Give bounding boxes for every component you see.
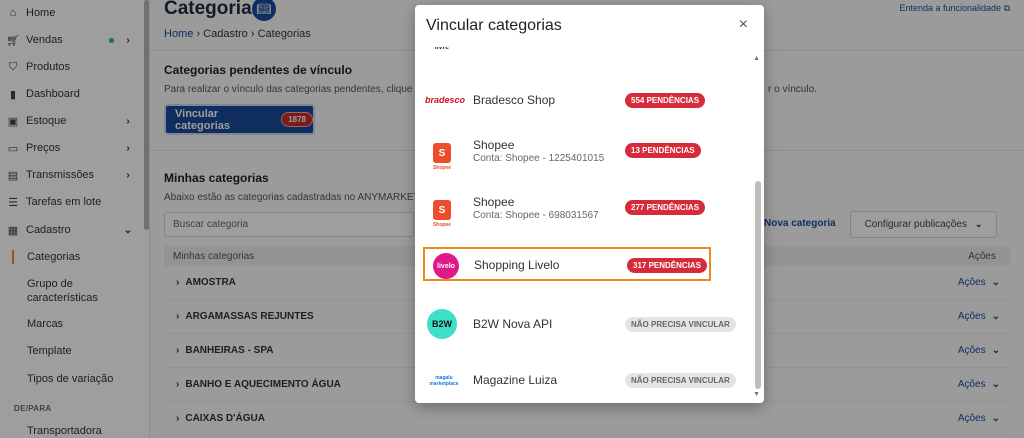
mercado-livre-logo: livre — [427, 47, 457, 57]
shopee-logo: S Shopee — [427, 138, 457, 171]
logo-text: S — [438, 204, 446, 216]
scroll-up-icon[interactable]: ▲ — [753, 55, 760, 62]
marketplace-name: Shopee — [473, 138, 515, 152]
pending-badge: 13 PENDÊNCIAS — [625, 143, 701, 158]
vincular-categorias-modal: Vincular categorias × livre bradesco Bra… — [415, 5, 764, 403]
marketplace-item[interactable]: livre — [415, 47, 755, 61]
shopee-bag-icon: S Shopee — [433, 143, 451, 171]
marketplace-item[interactable]: bradesco Bradesco Shop 554 PENDÊNCIAS — [415, 72, 755, 128]
livelo-logo: livelo — [431, 251, 461, 281]
modal-title: Vincular categorias — [426, 17, 562, 34]
magalu-logo: magalu marketplace — [427, 366, 461, 396]
logo-text: bradesco — [424, 95, 466, 105]
modal-scrollbar[interactable] — [755, 181, 761, 389]
logo-caption: Shopee — [432, 222, 452, 228]
marketplace-name: Shopping Livelo — [474, 258, 560, 272]
marketplace-list: livre bradesco Bradesco Shop 554 PENDÊNC… — [415, 47, 755, 403]
logo-text: magalu marketplace — [429, 375, 459, 387]
marketplace-item[interactable]: S Shopee Shopee Conta: Shopee - 12254010… — [415, 128, 755, 184]
logo-text: S — [438, 147, 446, 159]
scroll-down-icon[interactable]: ▼ — [753, 391, 760, 398]
marketplace-item[interactable]: S Shopee Shopee Conta: Shopee - 69803156… — [415, 185, 755, 241]
pending-badge: 317 PENDÊNCIAS — [627, 258, 708, 273]
marketplace-name: Magazine Luiza — [473, 373, 558, 387]
logo-text: livre — [434, 47, 450, 51]
marketplace-name: Shopee — [473, 195, 515, 209]
logo-text: B2W — [427, 309, 457, 339]
pending-badge: 277 PENDÊNCIAS — [625, 200, 706, 215]
logo-text: livelo — [433, 253, 459, 279]
shopee-bag-icon: S Shopee — [433, 200, 451, 228]
bradesco-logo: bradesco — [424, 85, 466, 115]
marketplace-name: B2W Nova API — [473, 317, 553, 331]
marketplace-account: Conta: Shopee - 1225401015 — [473, 153, 605, 164]
close-icon[interactable]: × — [739, 16, 748, 34]
shopee-logo: S Shopee — [427, 195, 457, 228]
b2w-logo: B2W — [427, 309, 457, 339]
marketplace-item[interactable]: B2W B2W Nova API NÃO PRECISA VINCULAR — [415, 297, 755, 353]
pending-badge: 554 PENDÊNCIAS — [625, 93, 706, 108]
status-badge: NÃO PRECISA VINCULAR — [625, 373, 736, 388]
marketplace-item-highlighted[interactable]: livelo Shopping Livelo 317 PENDÊNCIAS — [423, 247, 711, 281]
logo-caption: Shopee — [432, 165, 452, 171]
marketplace-item[interactable]: magalu marketplace Magazine Luiza NÃO PR… — [415, 353, 755, 403]
marketplace-account: Conta: Shopee - 698031567 — [473, 210, 599, 221]
marketplace-name: Bradesco Shop — [473, 93, 556, 107]
status-badge: NÃO PRECISA VINCULAR — [625, 317, 736, 332]
